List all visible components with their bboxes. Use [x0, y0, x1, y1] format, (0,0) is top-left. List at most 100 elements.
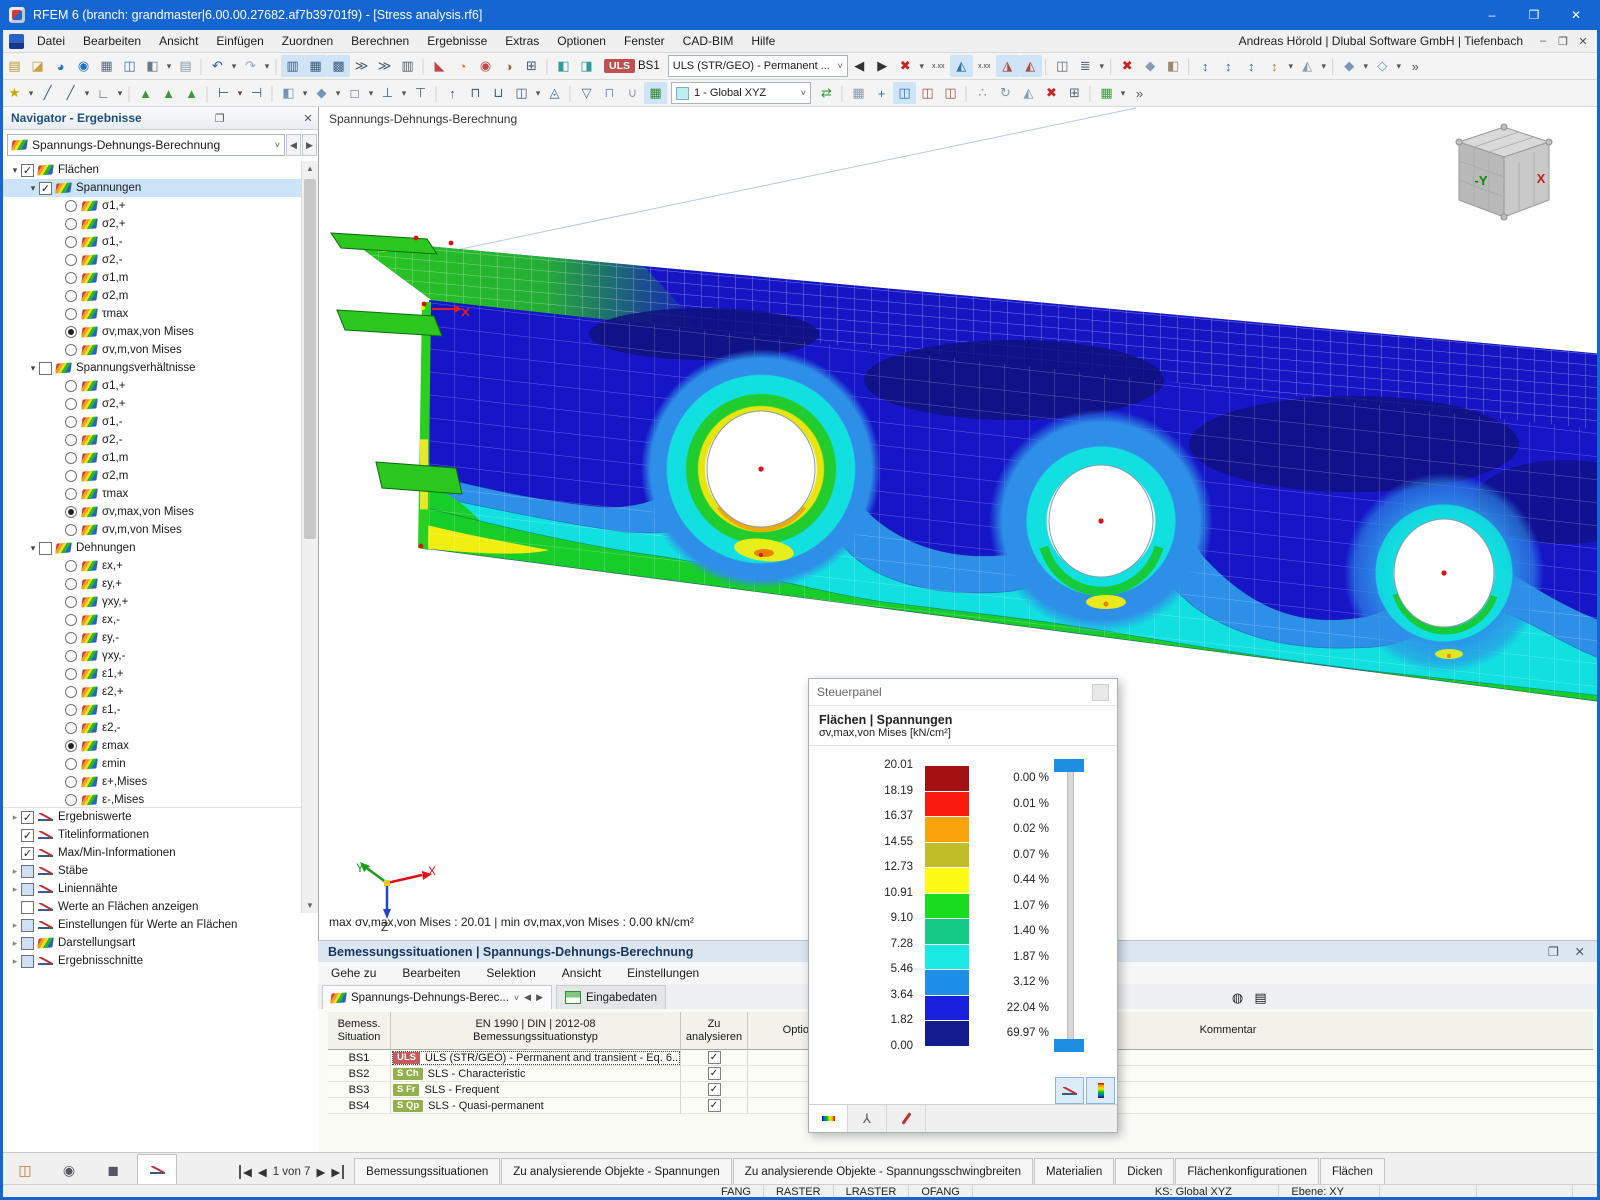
display-option-row[interactable]: ▸ ✓ Titelinformationen [3, 826, 301, 844]
caret-icon[interactable]: ▾ [1286, 55, 1296, 77]
radio-button[interactable] [65, 632, 77, 644]
printout-report-icon[interactable]: ▤ [174, 55, 197, 77]
caret-icon[interactable]: ▾ [229, 55, 239, 77]
separator[interactable]: │ [1042, 55, 1051, 77]
tree-item[interactable]: τmax [3, 305, 301, 323]
filter-icon[interactable]: ▽ [575, 82, 598, 104]
abacus-icon[interactable]: ≣ [1074, 55, 1097, 77]
tree-item[interactable]: ε1,+ [3, 665, 301, 683]
radio-button[interactable] [65, 308, 77, 320]
expander-icon[interactable]: ▸ [9, 902, 21, 913]
data-navigator-tab[interactable]: ◫ [5, 1155, 45, 1185]
panel-options-button[interactable] [1055, 1077, 1084, 1104]
checkbox[interactable]: ✓ [21, 955, 34, 968]
close-button[interactable]: ✕ [1555, 0, 1597, 30]
tree-item[interactable]: ε+,Mises [3, 773, 301, 791]
legend-slider-track[interactable] [1067, 771, 1074, 1049]
tree-item[interactable]: ε2,- [3, 719, 301, 737]
workplane-xz-icon[interactable]: ◫ [939, 82, 962, 104]
open-model-icon[interactable]: ◪ [26, 55, 49, 77]
radio-button[interactable] [65, 686, 77, 698]
bottom-tab[interactable]: Zu analysierende Objekte - Spannungsschw… [733, 1158, 1033, 1185]
results-navigator-tab[interactable] [137, 1154, 177, 1185]
display-option-row[interactable]: ▸ ✓ Max/Min-Informationen [3, 844, 301, 862]
move-y-icon[interactable]: ↕ [1217, 55, 1240, 77]
tree-group-spannungen[interactable]: ▾ ✓ Spannungen [3, 179, 301, 197]
radio-button[interactable] [65, 668, 77, 680]
analyze-checkbox[interactable]: ✓ [708, 1083, 721, 1096]
separator[interactable]: │ [272, 55, 281, 77]
expander-icon[interactable]: ▸ [9, 938, 21, 949]
member-eccentricity-icon[interactable]: ⊔ [487, 82, 510, 104]
report-icon[interactable]: ▤ [1249, 987, 1272, 1009]
tab-prev-icon[interactable]: ◀ [524, 992, 531, 1003]
redo-icon[interactable]: ↷ [239, 55, 262, 77]
web-opening-2[interactable] [989, 409, 1213, 633]
move-copy-icon[interactable]: ⇄ [815, 82, 838, 104]
caret-icon[interactable]: ▾ [26, 82, 36, 104]
radio-button[interactable] [65, 506, 77, 518]
title-bar[interactable]: RFEM 6 (branch: grandmaster|6.00.00.2768… [3, 0, 1597, 30]
results-menu-item[interactable]: Selektion [473, 966, 548, 980]
globe-icon[interactable]: ◍ [1226, 987, 1249, 1009]
tree-item[interactable]: σ2,m [3, 467, 301, 485]
tree-item[interactable]: σ2,- [3, 251, 301, 269]
radio-button[interactable] [65, 236, 77, 248]
radio-button[interactable] [65, 740, 77, 752]
bottom-tab[interactable]: Flächenkonfigurationen [1175, 1158, 1319, 1185]
line-refinement-icon[interactable]: ╱ [59, 82, 82, 104]
online-services-icon[interactable]: ◉ [72, 55, 95, 77]
zoom-circle-icon[interactable]: ◉ [474, 55, 497, 77]
scroll-up-icon[interactable]: ▲ [302, 161, 318, 176]
print-icon[interactable]: ▦ [95, 55, 118, 77]
tree-item[interactable]: εy,+ [3, 575, 301, 593]
prev-page-icon[interactable]: ◀ [258, 1165, 267, 1179]
legend-slider-bottom-handle[interactable] [1054, 1039, 1084, 1052]
new-surface-icon[interactable]: ◧ [277, 82, 300, 104]
scroll-thumb[interactable] [304, 179, 316, 539]
tree-item[interactable]: σ1,+ [3, 377, 301, 395]
dlubal-center-icon[interactable]: ◕ [49, 55, 72, 77]
result-values-icon[interactable]: x.xx [927, 55, 950, 77]
new-polyline-icon[interactable]: ∟ [92, 82, 115, 104]
radio-button[interactable] [65, 488, 77, 500]
member-icon[interactable]: ↑ [441, 82, 464, 104]
load-combination-combo[interactable]: ULS (STR/GEO) - Permanent ...˅ [668, 55, 848, 77]
caret-icon[interactable]: ▾ [82, 82, 92, 104]
member-division-icon[interactable]: ◫ [510, 82, 533, 104]
tab-eingabedaten[interactable]: Eingabedaten [556, 985, 666, 1009]
radio-button[interactable] [65, 470, 77, 482]
expander-icon[interactable]: ▾ [27, 363, 39, 374]
support-figure2-icon[interactable]: ▲ [157, 82, 180, 104]
caret-icon[interactable]: ▾ [917, 55, 927, 77]
navigation-cube[interactable]: -Y X [1456, 124, 1552, 220]
radio-button[interactable] [65, 200, 77, 212]
legend-slider-top-handle[interactable] [1054, 759, 1084, 772]
edit-dimension-icon[interactable]: ⊞ [520, 55, 543, 77]
checkbox[interactable]: ✓ [39, 542, 52, 555]
radio-button[interactable] [65, 452, 77, 464]
checkbox[interactable]: ✓ [21, 919, 34, 932]
undo-icon[interactable]: ↶ [206, 55, 229, 77]
display-option-row[interactable]: ▸ ✓ Werte an Flächen anzeigen [3, 898, 301, 916]
mdi-close-icon[interactable]: ✕ [1573, 35, 1593, 48]
restore-button[interactable]: ❐ [1513, 0, 1555, 30]
caret-icon[interactable]: ▾ [533, 82, 543, 104]
edit-solid-icon[interactable]: ◧ [1162, 55, 1185, 77]
display-option-row[interactable]: ▸ ✓ Stäbe [3, 862, 301, 880]
tree-item[interactable]: γxy,- [3, 647, 301, 665]
menu-item[interactable]: Fenster [615, 30, 674, 52]
solid-display-icon[interactable]: ◆ [1139, 55, 1162, 77]
views-navigator-tab[interactable]: ◼ [93, 1155, 133, 1185]
tab-factors[interactable]: ⅄ [848, 1105, 887, 1132]
checkbox[interactable]: ✓ [21, 847, 34, 860]
checkbox[interactable]: ✓ [21, 829, 34, 842]
checkbox[interactable]: ✓ [21, 865, 34, 878]
radio-button[interactable] [65, 794, 77, 806]
new-solid-icon[interactable]: ◆ [310, 82, 333, 104]
caret-icon[interactable]: ▾ [399, 82, 409, 104]
render-mode-icon[interactable]: ◆ [1338, 55, 1361, 77]
tree-item[interactable]: σ1,+ [3, 197, 301, 215]
first-page-icon[interactable]: ◀ [239, 1165, 252, 1179]
tree-scrollbar[interactable]: ▲ ▼ [301, 161, 318, 913]
